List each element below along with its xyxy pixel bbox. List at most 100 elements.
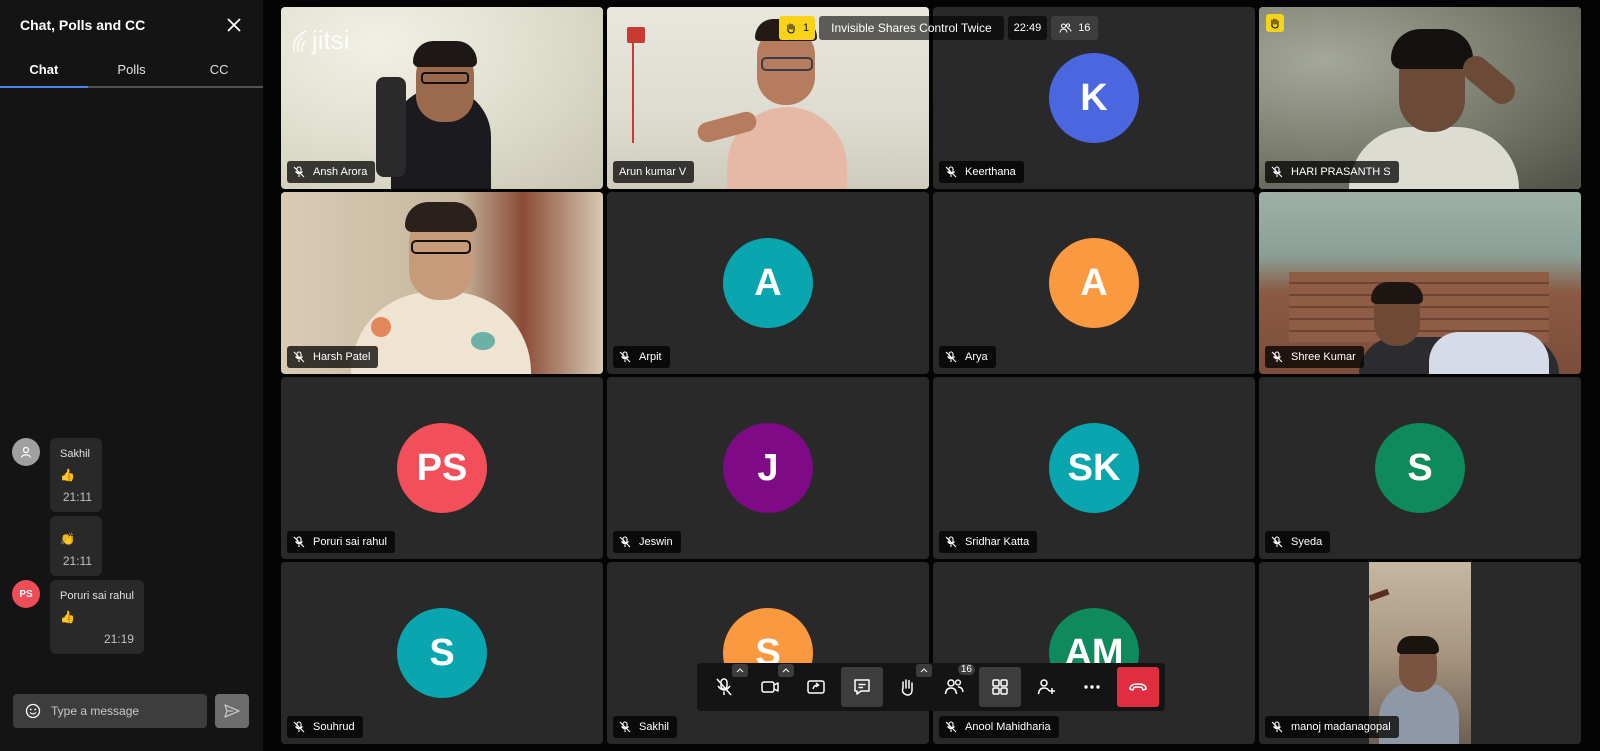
microphone-button[interactable] (703, 664, 748, 707)
meeting-toolbar: 16 (697, 663, 1165, 711)
participant-name: Sakhil (639, 721, 669, 733)
video-camera-icon (761, 681, 779, 693)
participant-tile[interactable]: A Arya (933, 192, 1255, 374)
mic-muted-icon (619, 536, 631, 548)
video-settings-button[interactable] (778, 664, 794, 677)
participant-tile[interactable]: S Syeda (1259, 377, 1581, 559)
raise-hand-button[interactable] (887, 664, 932, 707)
message-time: 21:11 (62, 554, 92, 568)
message-text: 👍 (60, 610, 75, 624)
chat-message: 👏 21:11 (12, 516, 263, 576)
participant-name-tag: Keerthana (939, 161, 1024, 183)
chat-button[interactable] (841, 667, 883, 707)
more-dots-icon (1084, 685, 1100, 689)
avatar: PS (12, 580, 40, 608)
mic-muted-icon (945, 351, 957, 363)
close-icon (227, 18, 241, 32)
participant-name-tag: Anool Mahidharia (939, 716, 1059, 738)
screen-share-button[interactable] (795, 667, 837, 707)
participant-name-tag: Arya (939, 346, 996, 368)
participant-name: Souhrud (313, 721, 355, 733)
hand-icon (787, 23, 795, 34)
participant-tile-hand-raised[interactable]: HARI PRASANTH S (1259, 7, 1581, 189)
jitsi-logo: jitsi (290, 25, 350, 56)
chat-composer (13, 694, 249, 728)
message-time: 21:19 (103, 632, 134, 646)
mic-muted-icon (293, 536, 305, 548)
participant-name: Shree Kumar (1291, 351, 1356, 363)
hangup-icon (1129, 683, 1147, 691)
participant-tile[interactable]: Harsh Patel (281, 192, 603, 374)
sidebar-header: Chat, Polls and CC (0, 0, 263, 50)
mic-muted-icon (716, 678, 732, 696)
chat-message: PS Poruri sai rahul 👍 21:19 (12, 580, 263, 654)
participant-count-badge[interactable]: 16 (1051, 16, 1099, 40)
mic-muted-icon (293, 351, 305, 363)
more-actions-button[interactable] (1071, 667, 1113, 707)
participant-name-tag: Ansh Arora (287, 161, 376, 183)
chevron-up-icon (736, 668, 744, 673)
participant-tile[interactable]: S Sakhil (607, 562, 929, 744)
chat-messages: Sakhil 👍 21:11 👏 21:11 PS Poruri sai rah… (0, 438, 263, 658)
participant-tile[interactable]: A Arpit (607, 192, 929, 374)
meeting-info-bar: 1 Invisible Shares Control Twice 22:49 1… (779, 16, 1099, 40)
mic-muted-icon (1271, 351, 1283, 363)
camera-button[interactable] (749, 664, 794, 707)
participant-tile[interactable]: PS Poruri sai rahul (281, 377, 603, 559)
tab-cc[interactable]: CC (175, 50, 263, 86)
add-user-icon (1037, 679, 1055, 695)
mic-muted-icon (1271, 721, 1283, 733)
invite-button[interactable] (1025, 667, 1067, 707)
jitsi-meeting-app: Chat, Polls and CC Chat Polls CC Sakhil … (0, 0, 1600, 751)
message-time: 21:11 (62, 490, 92, 504)
send-button[interactable] (215, 694, 249, 728)
close-sidebar-button[interactable] (225, 16, 243, 34)
participant-tile[interactable]: Shree Kumar (1259, 192, 1581, 374)
participants-icon (944, 679, 964, 695)
participant-tile[interactable]: SK Sridhar Katta (933, 377, 1255, 559)
chevron-up-icon (782, 668, 790, 673)
participant-name-tag: Syeda (1265, 531, 1331, 553)
participant-name: Arya (965, 351, 988, 363)
meeting-timer: 22:49 (1007, 16, 1048, 40)
participant-name: Syeda (1291, 536, 1323, 548)
tab-polls[interactable]: Polls (88, 50, 176, 86)
hand-icon (901, 679, 913, 696)
grid-view-icon (992, 679, 1008, 695)
participants-button[interactable]: 16 (933, 664, 975, 707)
mic-muted-icon (293, 721, 305, 733)
participant-tile[interactable]: manoj madanagopal (1259, 562, 1581, 744)
avatar: K (1049, 53, 1139, 143)
mic-muted-icon (293, 166, 305, 178)
participant-name-tag: Jeswin (613, 531, 681, 553)
participant-name: Keerthana (965, 166, 1016, 178)
participant-name-tag: Sakhil (613, 716, 677, 738)
emoji-picker-button[interactable] (25, 703, 41, 719)
hand-icon (1271, 18, 1279, 29)
message-input[interactable] (51, 704, 201, 718)
audio-settings-button[interactable] (732, 664, 748, 677)
participant-name: Arun kumar V (619, 166, 687, 178)
participant-tile[interactable]: AM Anool Mahidharia (933, 562, 1255, 744)
participant-name-tag: Souhrud (287, 716, 363, 738)
participant-tile[interactable]: S Souhrud (281, 562, 603, 744)
raised-hands-counter[interactable]: 1 (779, 16, 816, 40)
mic-muted-icon (945, 166, 957, 178)
mic-muted-icon (1271, 536, 1283, 548)
participant-name-tag: HARI PRASANTH S (1265, 161, 1399, 183)
mic-muted-icon (619, 351, 631, 363)
participant-tile[interactable]: J Jeswin (607, 377, 929, 559)
reactions-menu-button[interactable] (916, 664, 932, 677)
participant-name: Ansh Arora (313, 166, 368, 178)
tab-chat[interactable]: Chat (0, 50, 88, 88)
participant-name-tag: Sridhar Katta (939, 531, 1038, 553)
avatar: S (397, 608, 487, 698)
smiley-icon (25, 703, 41, 719)
tile-view-button[interactable] (979, 667, 1021, 707)
avatar: J (723, 423, 813, 513)
message-sender: Poruri sai rahul (60, 590, 134, 602)
avatar: PS (397, 423, 487, 513)
screen-share-icon (807, 680, 825, 694)
avatar: SK (1049, 423, 1139, 513)
leave-meeting-button[interactable] (1117, 667, 1159, 707)
